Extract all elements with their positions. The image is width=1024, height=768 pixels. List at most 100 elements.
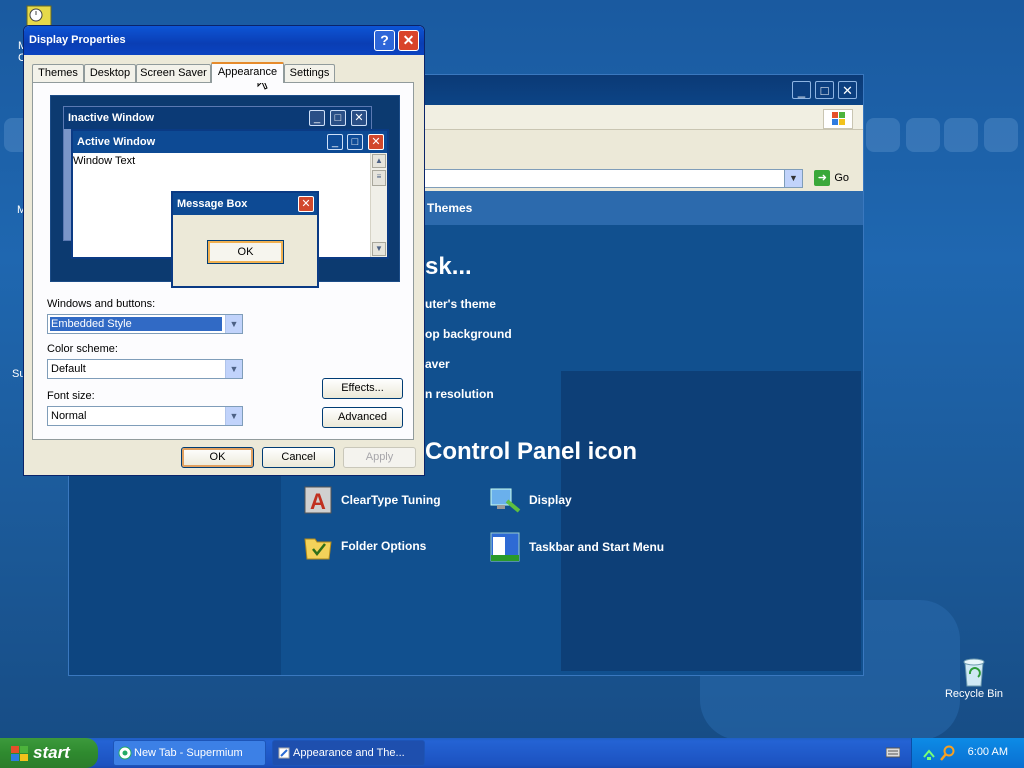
preview-maximize-icon: □ — [330, 110, 346, 126]
category-title: Themes — [427, 201, 473, 215]
start-label: start — [33, 743, 70, 762]
window-text-sample: Window Text — [73, 155, 136, 167]
cp-item-display[interactable]: Display — [489, 485, 572, 515]
cleartype-icon: A — [304, 486, 332, 514]
chevron-down-icon: ▼ — [789, 173, 798, 183]
go-label: Go — [834, 171, 849, 184]
windows-buttons-value: Embedded Style — [49, 316, 223, 332]
close-icon: ✕ — [402, 32, 415, 48]
windows-logo-icon — [823, 109, 853, 129]
go-button[interactable]: ➜ Go — [814, 170, 849, 186]
ok-button[interactable]: OK — [181, 447, 254, 468]
preview-message-box: Message Box ✕ OK — [171, 191, 319, 288]
recycle-bin-label: Recycle Bin — [944, 688, 1004, 700]
inactive-window-label: Inactive Window — [68, 112, 155, 124]
message-box-label: Message Box — [177, 198, 248, 210]
display-properties-dialog[interactable]: Display Properties ? ✕ Themes Desktop Sc… — [23, 25, 425, 476]
display-icon — [490, 488, 521, 513]
cp-item-taskbar-start-menu[interactable]: Taskbar and Start Menu — [489, 531, 664, 563]
system-tray: 6:00 AM — [911, 738, 1024, 768]
network-icon[interactable] — [922, 745, 936, 761]
address-dropdown-button[interactable]: ▼ — [784, 170, 802, 187]
tab-settings[interactable]: Settings — [284, 64, 335, 82]
minimize-button[interactable]: _ — [792, 81, 811, 99]
control-panel-icon — [278, 747, 290, 759]
close-icon: ✕ — [842, 83, 853, 98]
task-link[interactable]: aver — [425, 357, 450, 371]
go-arrow-icon: ➜ — [814, 170, 831, 186]
recycle-bin-icon — [963, 658, 985, 687]
cp-item-label: Folder Options — [341, 539, 427, 553]
preview-close-icon: ✕ — [298, 196, 314, 212]
taskbar-item-browser[interactable]: New Tab - Supermium — [113, 740, 266, 766]
keyboard-icon[interactable] — [886, 746, 900, 758]
active-window-label: Active Window — [77, 136, 156, 148]
clock[interactable]: 6:00 AM — [968, 746, 1008, 758]
cp-item-folder-options[interactable]: Folder Options — [303, 531, 426, 561]
tab-themes[interactable]: Themes — [32, 64, 84, 82]
taskbar-item-label: New Tab - Supermium — [134, 747, 243, 759]
svg-text:A: A — [310, 489, 326, 514]
color-scheme-value: Default — [51, 363, 86, 375]
task-link[interactable]: op background — [425, 327, 512, 341]
windows-flag-icon — [11, 746, 28, 761]
windows-buttons-select[interactable]: Embedded Style ▼ — [47, 314, 243, 334]
tab-appearance[interactable]: Appearance — [211, 62, 284, 83]
chevron-down-icon[interactable]: ▼ — [225, 407, 242, 425]
content-background — [561, 371, 861, 671]
maximize-button[interactable]: □ — [815, 81, 834, 99]
background-square — [944, 118, 978, 152]
dialog-close-button[interactable]: ✕ — [398, 30, 419, 51]
tab-screen-saver[interactable]: Screen Saver — [136, 64, 211, 82]
taskbar-item-control-panel[interactable]: Appearance and The... — [272, 740, 425, 766]
dialog-titlebar[interactable]: Display Properties ? ✕ — [24, 26, 424, 55]
apply-button[interactable]: Apply — [343, 447, 416, 468]
cp-item-label: ClearType Tuning — [341, 493, 441, 507]
preview-active-window: Active Window _ □ ✕ Window Text ▲ ≡ ▼ Me… — [71, 129, 389, 288]
preview-close-icon: ✕ — [368, 134, 384, 150]
minimize-icon: _ — [797, 83, 806, 98]
scroll-up-icon: ▲ — [372, 154, 386, 168]
maximize-icon: □ — [820, 83, 829, 98]
folder-options-icon — [304, 538, 332, 560]
color-scheme-select[interactable]: Default ▼ — [47, 359, 243, 379]
cp-item-label: Taskbar and Start Menu — [529, 540, 665, 554]
taskbar-item-label: Appearance and The... — [293, 747, 405, 759]
help-icon: ? — [380, 32, 389, 48]
browser-icon — [118, 746, 132, 760]
task-link[interactable]: uter's theme — [425, 297, 496, 311]
pick-icon-heading: Control Panel icon — [425, 438, 638, 465]
preview-inactive-titlebar: Inactive Window _ □ ✕ — [64, 107, 371, 129]
search-icon[interactable] — [940, 745, 956, 761]
windows-buttons-label: Windows and buttons: — [47, 298, 156, 310]
close-button[interactable]: ✕ — [838, 81, 857, 99]
effects-button[interactable]: Effects... — [322, 378, 403, 399]
preview-minimize-icon: _ — [309, 110, 325, 126]
dialog-title: Display Properties — [29, 34, 126, 46]
preview-close-icon: ✕ — [351, 110, 367, 126]
font-size-select[interactable]: Normal ▼ — [47, 406, 243, 426]
help-button[interactable]: ? — [374, 30, 395, 51]
tab-desktop[interactable]: Desktop — [84, 64, 136, 82]
scroll-down-icon: ▼ — [372, 242, 386, 256]
font-size-value: Normal — [51, 410, 87, 422]
cp-item-cleartype[interactable]: A ClearType Tuning — [303, 485, 441, 515]
desktop-icon-recycle-bin[interactable]: Recycle Bin — [939, 656, 1009, 700]
taskbar: start New Tab - Supermium Appearance and… — [0, 738, 1024, 768]
background-square — [984, 118, 1018, 152]
preview-minimize-icon: _ — [327, 134, 343, 150]
task-link[interactable]: n resolution — [425, 387, 494, 401]
preview-active-titlebar: Active Window _ □ ✕ — [73, 131, 387, 153]
chevron-down-icon[interactable]: ▼ — [225, 315, 242, 333]
chevron-down-icon[interactable]: ▼ — [225, 360, 242, 378]
message-box-ok: OK — [207, 240, 284, 264]
background-square — [906, 118, 940, 152]
cancel-button[interactable]: Cancel — [262, 447, 335, 468]
appearance-panel: Inactive Window _ □ ✕ Active Window _ □ … — [32, 82, 414, 440]
message-box-titlebar: Message Box ✕ — [173, 193, 317, 215]
cp-item-label: Display — [529, 493, 572, 507]
preview-maximize-icon: □ — [347, 134, 363, 150]
advanced-button[interactable]: Advanced — [322, 407, 403, 428]
start-button[interactable]: start — [0, 738, 98, 768]
appearance-preview: Inactive Window _ □ ✕ Active Window _ □ … — [50, 95, 400, 288]
